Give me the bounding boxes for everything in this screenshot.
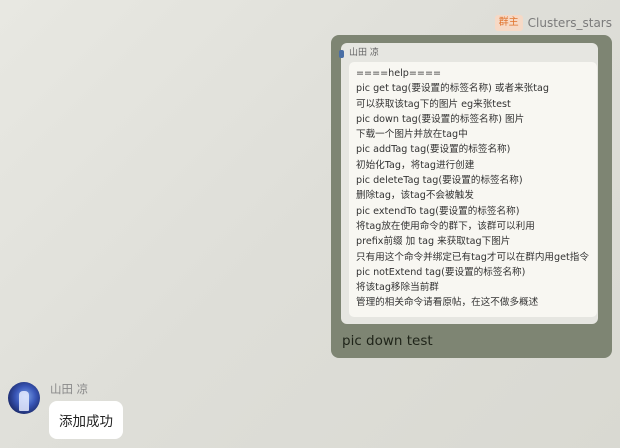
help-line: 将该tag移除当前群 (356, 282, 439, 294)
help-line: pic deleteTag tag(要设置的标签名称) (356, 175, 523, 187)
quoted-help-text: ====help==== pic get tag(要设置的标签名称) 或者来张t… (349, 62, 597, 317)
help-line: pic extendTo tag(要设置的标签名称) (356, 205, 520, 217)
incoming-message-text: 添加成功 (59, 414, 113, 430)
group-owner-badge: 群主 (494, 15, 523, 31)
help-line: 初始化Tag，将tag进行创建 (356, 159, 475, 171)
outgoing-sender-name[interactable]: Clusters_stars (528, 16, 612, 30)
outgoing-sender-row: 群主 Clusters_stars (494, 15, 612, 31)
avatar[interactable] (8, 382, 40, 414)
help-line: 将tag放在使用命令的群下，该群可以利用 (356, 220, 535, 232)
quote-author-avatar-icon (339, 50, 344, 58)
help-line: 只有用这个命令并绑定已有tag才可以在群内用get指令 (356, 251, 589, 263)
help-line: ====help==== (356, 68, 442, 79)
quoted-message[interactable]: 山田 凉 ====help==== pic get tag(要设置的标签名称) … (339, 43, 598, 324)
help-line: 管理的相关命令请看原帖，在这不做多概述 (356, 297, 539, 309)
help-line: 可以获取该tag下的图片 eg来张test (356, 98, 511, 110)
help-line: prefix前缀 加 tag 来获取tag下图片 (356, 236, 511, 248)
help-line: pic down tag(要设置的标签名称) 图片 (356, 113, 525, 125)
incoming-sender-name[interactable]: 山田 凉 (50, 382, 88, 396)
outgoing-message-text: pic down test (342, 333, 433, 349)
help-line: pic addTag tag(要设置的标签名称) (356, 144, 511, 156)
quote-author-name: 山田 凉 (349, 48, 379, 58)
avatar-figure-icon (19, 391, 29, 411)
help-line: pic get tag(要设置的标签名称) 或者来张tag (356, 83, 550, 95)
help-line: 删除tag，该tag不会被触发 (356, 190, 474, 202)
help-line: pic notExtend tag(要设置的标签名称) (356, 266, 526, 278)
help-line: 下载一个图片并放在tag中 (356, 129, 468, 141)
incoming-message-bubble[interactable]: 添加成功 (49, 401, 123, 439)
outgoing-message-bubble[interactable]: 山田 凉 ====help==== pic get tag(要设置的标签名称) … (331, 35, 612, 358)
